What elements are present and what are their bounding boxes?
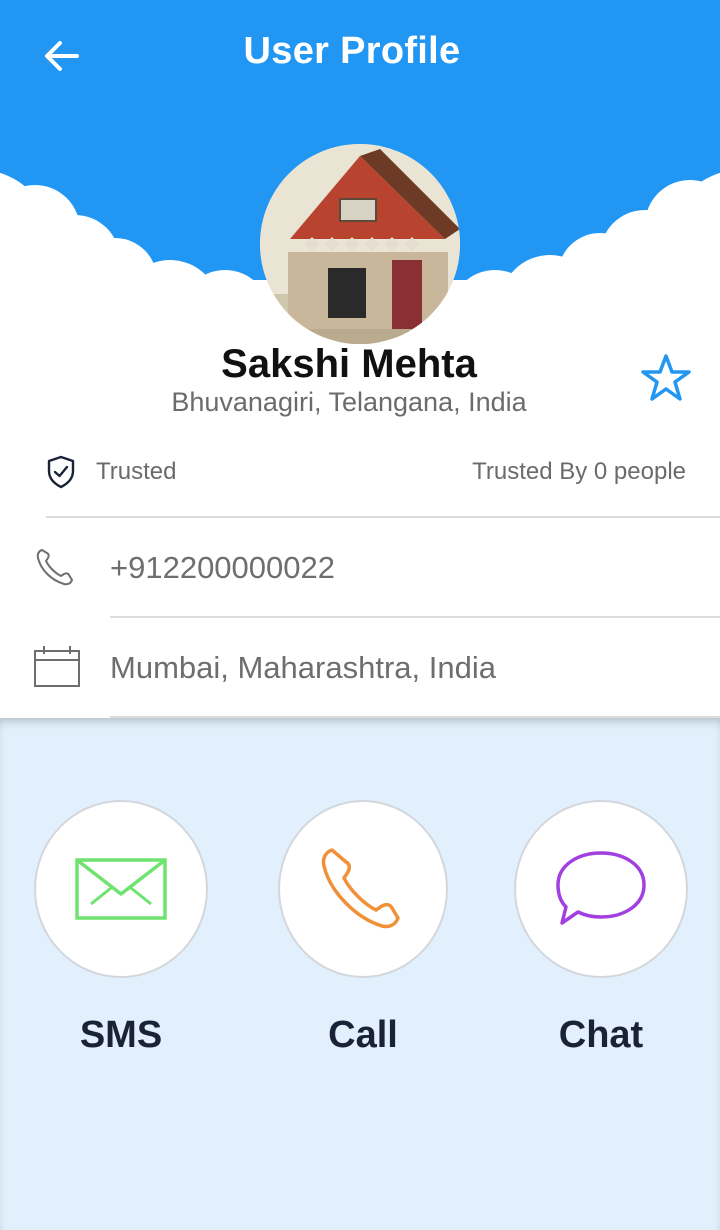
call-button[interactable] [278,800,448,978]
address-text: Mumbai, Maharashtra, India [110,650,496,685]
profile-name: Sakshi Mehta [221,342,477,386]
trusted-count: Trusted By 0 people [472,458,686,485]
chat-button[interactable] [514,800,688,978]
star-outline-icon [641,354,691,401]
phone-icon [36,549,73,586]
divider [110,616,720,618]
phone-number[interactable]: +912200000022 [110,550,335,586]
sms-action: SMS [34,800,208,1057]
sms-button[interactable] [34,800,208,978]
envelope-icon [75,858,167,920]
trust-row: Trusted Trusted By 0 people [0,440,720,504]
phone-handset-icon [321,848,400,929]
profile-location: Bhuvanagiri, Telangana, India [171,387,527,417]
chat-action: Chat [514,800,688,1057]
sms-label: SMS [79,1014,163,1056]
house-photo [260,144,460,344]
actions-panel: SMS Call Chat [0,718,720,1230]
chat-bubble-icon [556,851,646,925]
trusted-label: Trusted [96,458,177,485]
calendar-icon [34,646,80,687]
avatar [260,144,460,344]
call-action: Call [277,800,449,1057]
page-title: User Profile [243,30,461,72]
shield-check-icon [47,455,75,489]
chat-label: Chat [558,1014,644,1056]
call-label: Call [328,1014,398,1056]
favorite-button[interactable] [638,350,694,406]
divider [46,516,720,518]
